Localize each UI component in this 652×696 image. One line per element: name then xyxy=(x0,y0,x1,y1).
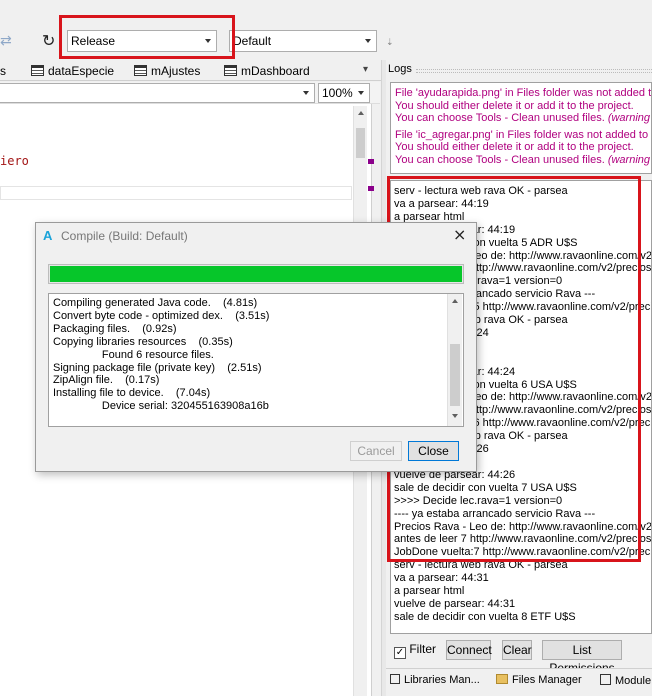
compile-log-line: Installing file to device. (7.04s) xyxy=(53,387,211,400)
compile-log-line: Copying libraries resources (0.35s) xyxy=(53,335,233,348)
chevron-down-icon xyxy=(365,39,371,43)
tab-files-manager[interactable]: Files Manager xyxy=(496,674,582,686)
log-line: vuelve de parsear: 44:31 xyxy=(394,597,516,610)
library-icon xyxy=(390,674,400,684)
compile-log-scrollbar[interactable] xyxy=(447,294,462,426)
sub-selector-dropdown[interactable] xyxy=(0,83,315,103)
tab-label: s xyxy=(0,64,6,78)
scroll-up-icon[interactable] xyxy=(358,111,364,115)
logs-title-rule xyxy=(416,69,652,73)
module-icon xyxy=(224,65,237,76)
tab-scroll-arrow-icon[interactable]: ▾ xyxy=(363,64,368,75)
toolbar-overflow-icon[interactable]: ⇣ xyxy=(386,38,394,48)
connect-button[interactable]: Connect xyxy=(446,640,492,660)
compile-log-line: Signing package file (private key) (2.51… xyxy=(53,361,262,374)
editor-scroll-thumb[interactable] xyxy=(356,128,365,158)
chevron-down-icon xyxy=(303,91,309,95)
module-icon xyxy=(600,674,611,685)
log-line: a parsear html xyxy=(394,585,465,598)
folder-icon xyxy=(496,674,508,684)
warning-line: You can choose Tools - Clean unused file… xyxy=(395,153,651,166)
module-icon xyxy=(134,65,147,76)
scroll-down-icon[interactable] xyxy=(452,414,458,418)
compile-log-line: Packaging files. (0.92s) xyxy=(53,322,177,335)
error-marker xyxy=(368,159,374,164)
warning-line: File 'ayudarapida.png' in Files folder w… xyxy=(395,87,652,99)
compile-log-line: Device serial: 320455163908a16b xyxy=(53,400,269,413)
file-tab-bar: s dataEspecie mAjustes mDashboard ▾ xyxy=(0,61,382,81)
editor-line-highlight xyxy=(0,186,352,200)
compile-scroll-thumb[interactable] xyxy=(450,344,460,406)
compile-log-line: ZipAlign file. (0.17s) xyxy=(53,374,160,387)
tab-label: mDashboard xyxy=(241,64,310,78)
warning-line: You can choose Tools - Clean unused file… xyxy=(395,112,651,124)
code-text: iero xyxy=(0,154,29,168)
compile-log-line: Found 6 resource files. xyxy=(53,348,214,361)
zoom-value: 100% xyxy=(322,86,353,100)
tab-majustes[interactable]: mAjustes xyxy=(134,63,200,80)
refresh-icon[interactable]: ↻ xyxy=(42,31,55,50)
log-line: va a parsear: 44:31 xyxy=(394,572,489,585)
warning-line: You should either delete it or add it to… xyxy=(395,99,634,112)
warnings-list[interactable]: File 'ayudarapida.png' in Files folder w… xyxy=(390,82,652,174)
b4a-logo-icon: A xyxy=(43,228,53,243)
tab-label: dataEspecie xyxy=(48,64,115,78)
dialog-title: Compile (Build: Default) xyxy=(61,229,188,243)
build-config2-value: Default xyxy=(233,34,272,48)
log-line: sale de decidir con vuelta 8 ETF U$S xyxy=(394,610,576,623)
scroll-up-icon[interactable] xyxy=(452,299,458,303)
compile-log[interactable]: Compiling generated Java code. (4.81s) Co… xyxy=(48,293,464,427)
compile-log-line: Convert byte code - optimized dex. (3.51… xyxy=(53,309,270,322)
build-config2-dropdown[interactable]: Default xyxy=(229,30,377,52)
clear-button[interactable]: Clear xyxy=(502,640,532,660)
highlight-box-release xyxy=(59,15,235,59)
redo-icon[interactable]: ⇄ xyxy=(0,33,12,49)
warning-line: You should either delete it or add it to… xyxy=(395,141,634,153)
progress-fill xyxy=(50,266,462,282)
cancel-button[interactable]: Cancel xyxy=(350,441,402,461)
list-permissions-button[interactable]: List Permissions xyxy=(542,640,622,675)
filter-label: Filter xyxy=(409,642,437,656)
tab-label: mAjustes xyxy=(151,64,201,78)
editor-subbar: 100% xyxy=(0,82,380,104)
logs-title: Logs xyxy=(388,63,412,75)
tab-libraries-manager[interactable]: Libraries Man... xyxy=(390,674,480,686)
progress-bar xyxy=(48,264,464,284)
tab-modules[interactable]: Module xyxy=(600,674,651,687)
compile-log-line: Compiling generated Java code. (4.81s) xyxy=(53,297,258,309)
module-icon xyxy=(31,65,44,76)
warning-line: File 'ic_agregar.png' in Files folder wa… xyxy=(395,128,652,141)
bottom-tab-bar: Libraries Man... Files Manager Module xyxy=(386,668,652,696)
checkbox-icon[interactable]: ✓ xyxy=(394,647,406,659)
zoom-dropdown[interactable]: 100% xyxy=(318,83,370,103)
close-button[interactable]: Close xyxy=(408,441,459,461)
toolbar: ⇄ ↻ Release Default ⇣ xyxy=(0,0,652,60)
close-icon[interactable]: × xyxy=(453,225,466,244)
filter-checkbox[interactable]: ✓ Filter xyxy=(394,642,436,659)
tab-partial[interactable]: s xyxy=(0,63,6,80)
tab-mdashboard[interactable]: mDashboard xyxy=(224,63,310,80)
error-marker xyxy=(368,186,374,191)
tab-dataespecie[interactable]: dataEspecie xyxy=(31,63,114,80)
chevron-down-icon xyxy=(358,91,364,95)
